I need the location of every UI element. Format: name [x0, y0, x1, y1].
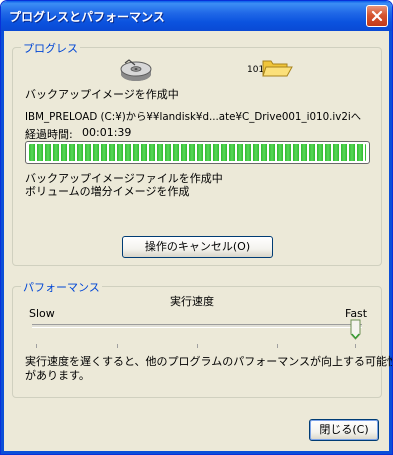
- window-close-button[interactable]: [366, 5, 388, 27]
- frame-right: [389, 31, 392, 454]
- folder-icon: [262, 60, 293, 77]
- frame-left: [1, 31, 4, 454]
- progress-bar: [25, 141, 370, 164]
- status-line-2: ボリュームの増分イメージを作成: [25, 185, 190, 198]
- title-bar[interactable]: プログレスとパフォーマンス: [1, 1, 392, 31]
- close-icon: [371, 10, 383, 22]
- slider-tick: [277, 344, 278, 348]
- performance-group-label: パフォーマンス: [21, 279, 102, 295]
- elapsed-time-value: 00:01:39: [82, 126, 132, 139]
- slider-tick: [36, 344, 37, 348]
- progress-dialog: プログレスとパフォーマンス プログレス 1010 バックアップイメージを作成中 …: [0, 0, 393, 455]
- progress-bar-fill: [29, 144, 366, 161]
- progress-group-label: プログレス: [21, 40, 80, 56]
- cancel-operation-button[interactable]: 操作のキャンセル(O): [122, 236, 273, 258]
- elapsed-time-label: 経過時間:: [25, 128, 73, 141]
- performance-description-line-2: があります。: [25, 369, 90, 382]
- slider-tick: [355, 344, 356, 348]
- slow-label: Slow: [29, 307, 55, 320]
- speed-label: 実行速度: [170, 295, 214, 308]
- slider-tick: [197, 344, 198, 348]
- slider-tick: [117, 344, 118, 348]
- close-dialog-button[interactable]: 閉じる(C): [309, 419, 379, 441]
- window-title: プログレスとパフォーマンス: [9, 10, 165, 24]
- frame-bottom: [1, 451, 392, 454]
- path-text: IBM_PRELOAD (C:¥)から¥¥landisk¥d...ate¥C_D…: [25, 111, 362, 123]
- operation-text: バックアップイメージを作成中: [25, 88, 179, 101]
- speed-slider-track[interactable]: [32, 324, 362, 328]
- speed-slider-thumb[interactable]: [350, 319, 361, 340]
- disk-drive-icon: [120, 59, 152, 81]
